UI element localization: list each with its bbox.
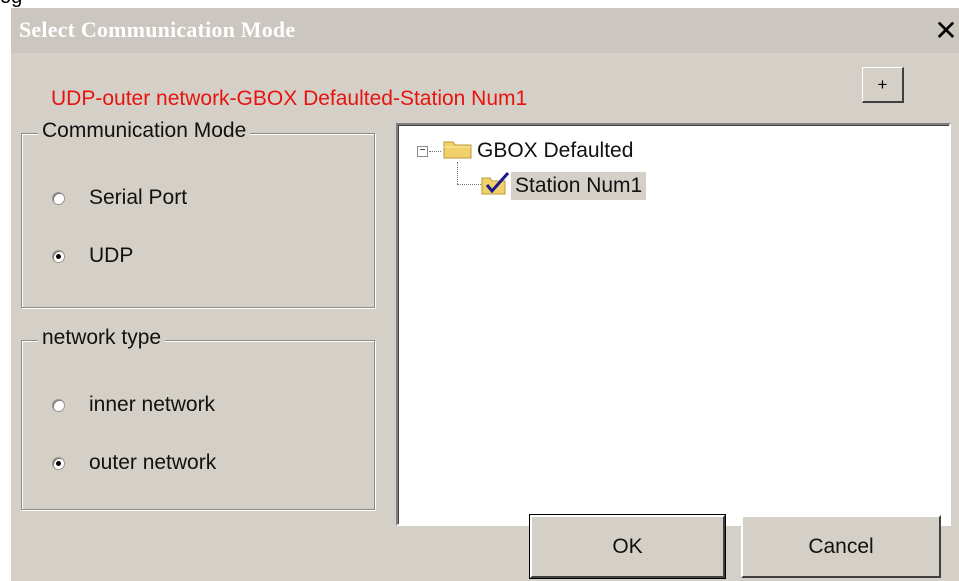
selection-status-text: UDP-outer network-GBOX Defaulted-Station… xyxy=(51,87,528,110)
radio-label-udp: UDP xyxy=(89,244,134,267)
radio-inner-network[interactable]: inner network xyxy=(52,393,215,417)
plus-icon: + xyxy=(877,74,888,94)
radio-label-serial-port: Serial Port xyxy=(89,186,188,209)
tree-node-label: Station Num1 xyxy=(511,171,647,200)
radio-label-inner-network: inner network xyxy=(89,393,216,416)
folder-icon xyxy=(443,138,473,165)
radio-serial-port[interactable]: Serial Port xyxy=(52,186,187,210)
radio-circle-serial-port[interactable] xyxy=(52,191,65,205)
collapse-toggle[interactable]: − xyxy=(417,146,428,157)
station-tree-view[interactable]: − GBOX Defaulted Station Num1 xyxy=(396,123,951,526)
radio-label-outer-network: outer network xyxy=(89,451,217,474)
title-bar: Select Communication Mode ✕ xyxy=(11,8,959,53)
tree-connector xyxy=(457,162,458,184)
minus-icon: − xyxy=(419,145,426,156)
network-type-group: network type inner network outer network xyxy=(21,326,375,510)
close-button[interactable]: ✕ xyxy=(933,14,959,48)
communication-mode-group: Communication Mode Serial Port UDP xyxy=(21,119,375,308)
background-window-text: og xyxy=(0,0,22,8)
radio-outer-network[interactable]: outer network xyxy=(52,451,216,475)
background-window-strip: og xyxy=(0,0,959,8)
tree-node-gbox-defaulted[interactable]: GBOX Defaulted xyxy=(443,137,637,165)
tree-connector xyxy=(457,184,483,185)
window-title: Select Communication Mode xyxy=(19,17,296,42)
radio-circle-outer-network[interactable] xyxy=(52,456,65,470)
tree-node-label: GBOX Defaulted xyxy=(477,139,634,162)
checked-item-icon xyxy=(481,170,511,201)
cancel-button[interactable]: Cancel xyxy=(741,515,941,578)
ok-button[interactable]: OK xyxy=(529,514,726,579)
add-button[interactable]: + xyxy=(862,67,904,103)
radio-circle-inner-network[interactable] xyxy=(52,398,65,412)
radio-udp[interactable]: UDP xyxy=(52,244,133,268)
tree-connector xyxy=(429,151,441,152)
network-type-legend: network type xyxy=(38,326,166,350)
dialog-body: UDP-outer network-GBOX Defaulted-Station… xyxy=(11,53,959,581)
radio-circle-udp[interactable] xyxy=(52,249,65,263)
tree-node-station-num1[interactable]: Station Num1 xyxy=(481,170,647,201)
communication-mode-legend: Communication Mode xyxy=(38,119,251,143)
close-icon: ✕ xyxy=(934,14,958,47)
